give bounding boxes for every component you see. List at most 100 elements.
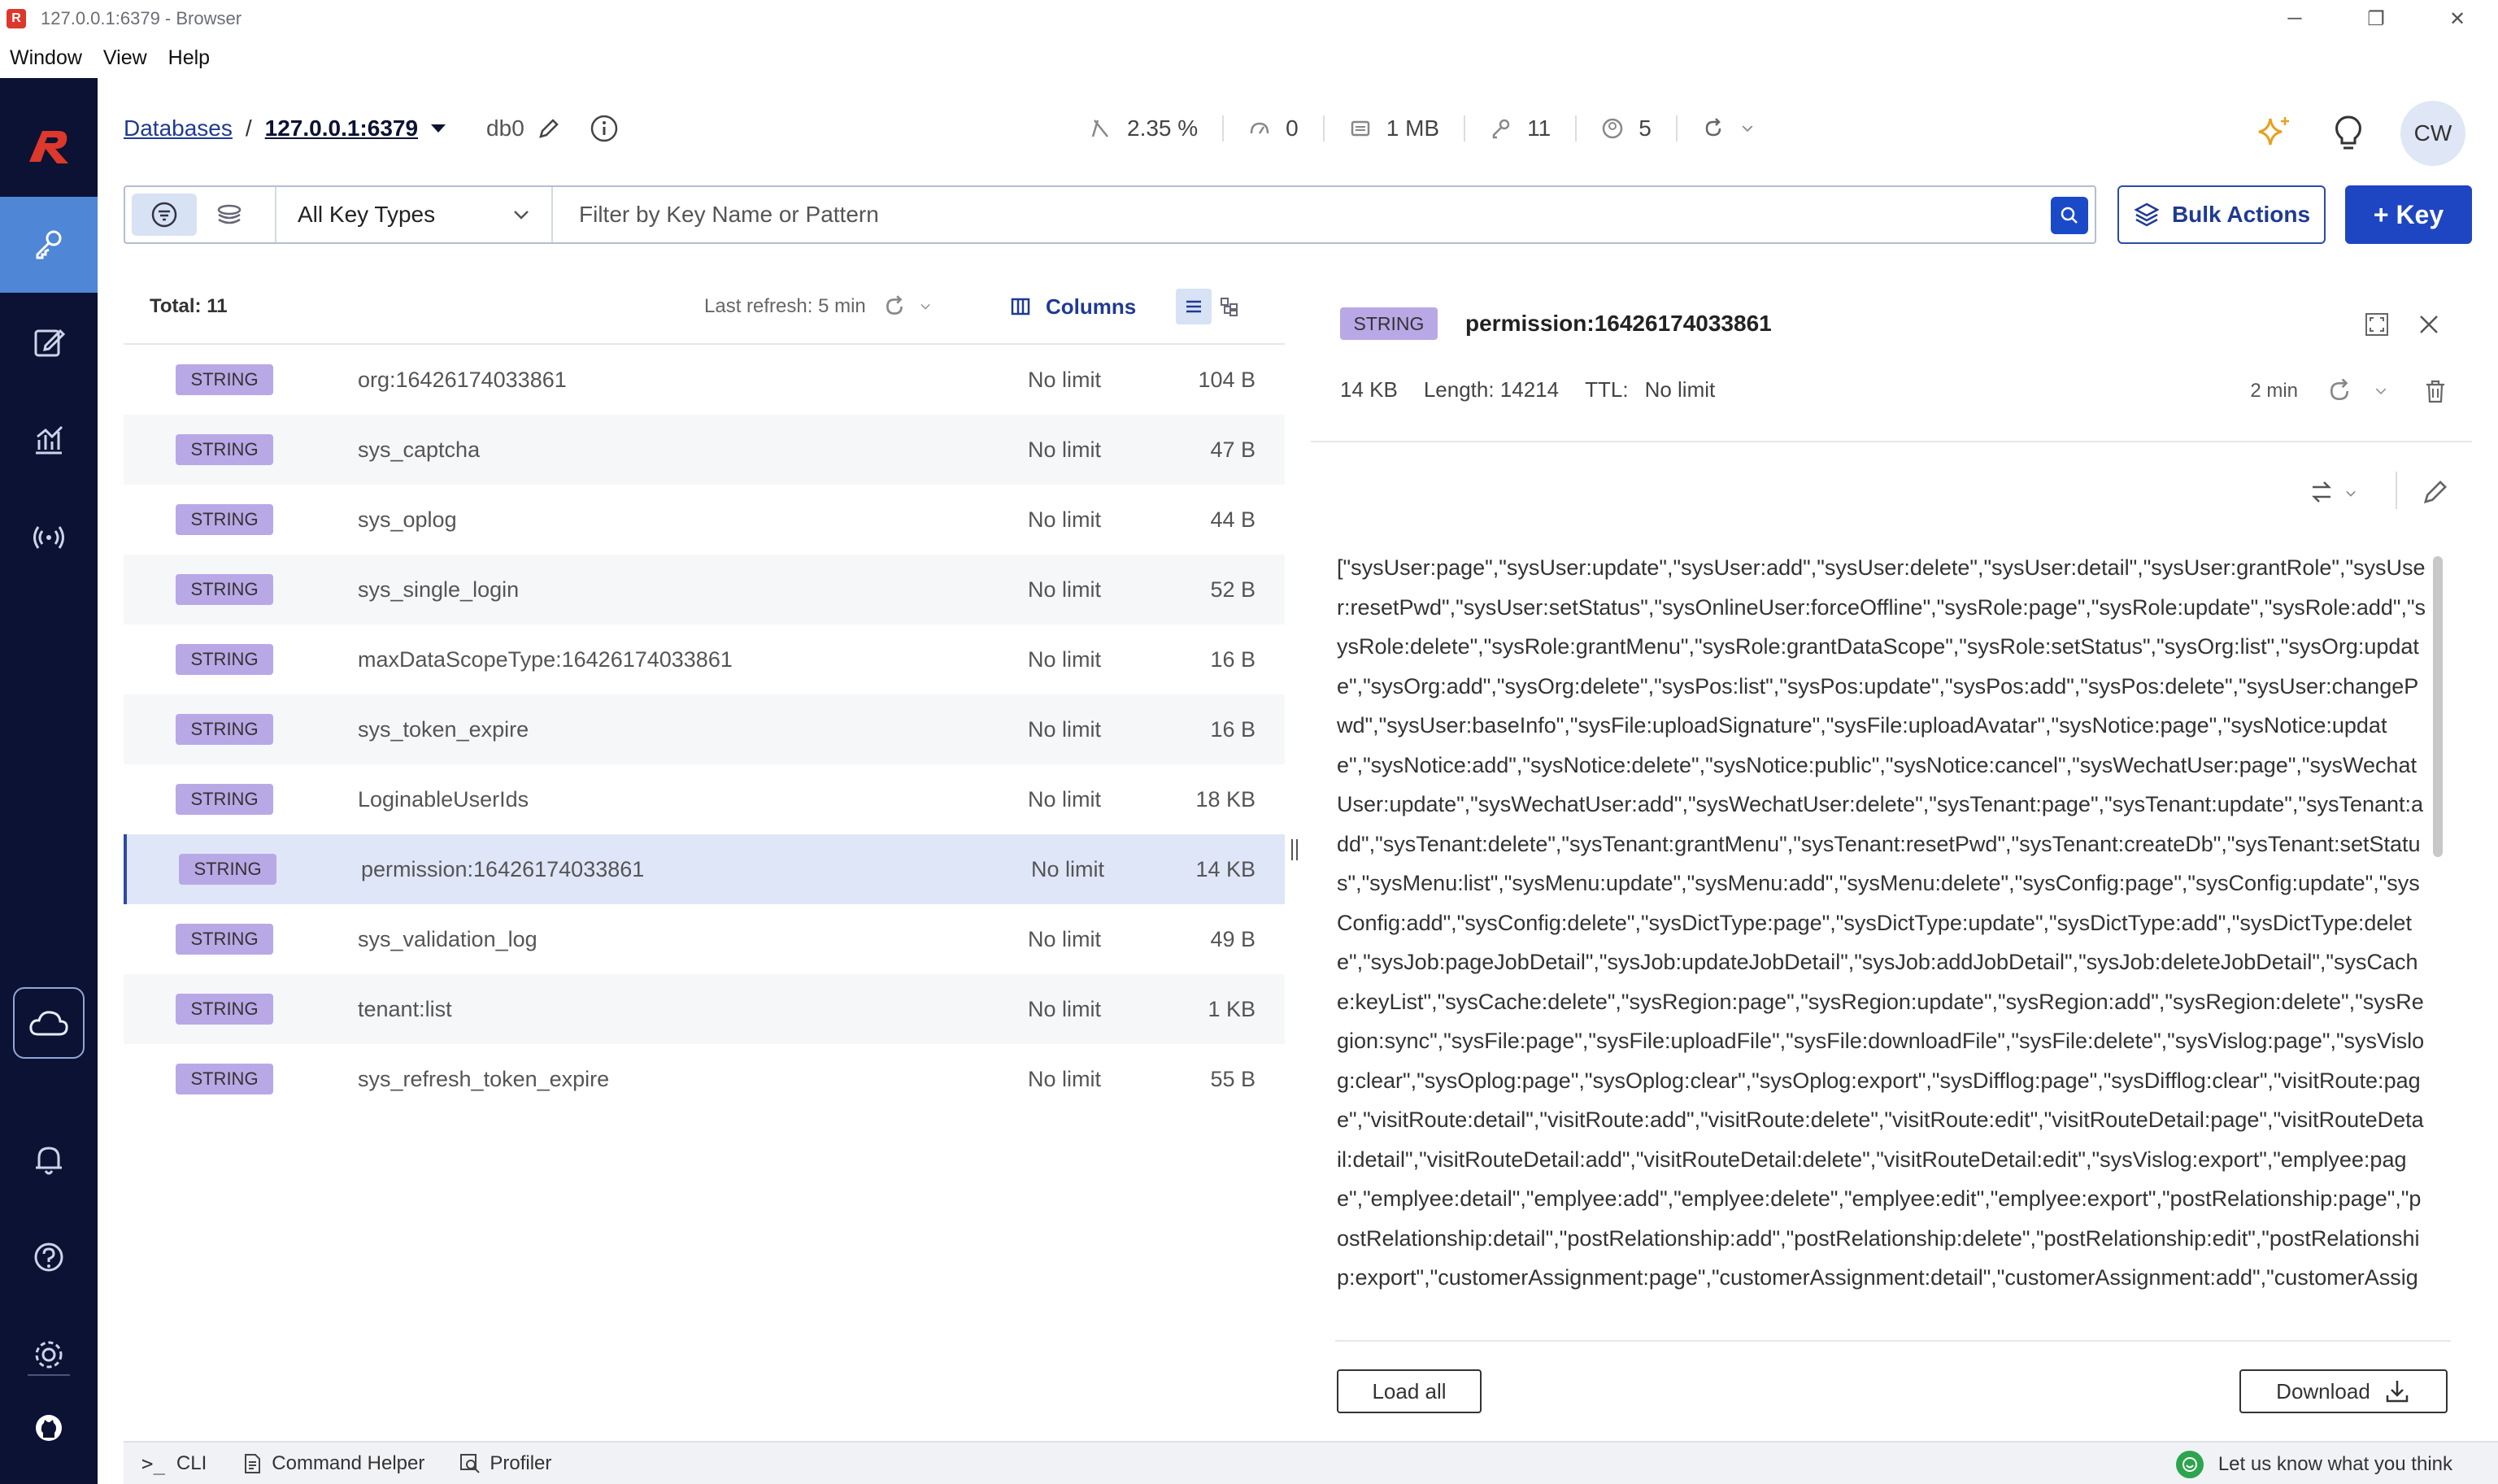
table-row[interactable]: STRING sys_captcha No limit 47 B	[124, 415, 1285, 485]
stat-cpu: 2.35 %	[1090, 115, 1225, 141]
profiler-tab[interactable]: Profiler	[459, 1452, 551, 1475]
key-list-panel: Total: 11 Last refresh: 5 min Columns ST…	[124, 270, 1285, 1433]
columns-button[interactable]: Columns	[1010, 294, 1136, 320]
key-value-text[interactable]: ["sysUser:page","sysUser:update","sysUse…	[1337, 548, 2426, 1304]
table-row[interactable]: STRING sys_single_login No limit 52 B	[124, 555, 1285, 624]
nav-settings[interactable]	[0, 1314, 98, 1395]
toolbar-divider	[2396, 472, 2397, 509]
table-row[interactable]: STRING sys_oplog No limit 44 B	[124, 485, 1285, 555]
chevron-down-icon[interactable]	[2344, 486, 2358, 501]
nav-pubsub[interactable]	[0, 490, 98, 585]
value-scrollbar[interactable]	[2433, 556, 2443, 857]
ttl-label: TTL:	[1585, 377, 1629, 402]
cli-tab[interactable]: >_ CLI	[141, 1452, 207, 1475]
header-actions: CW	[2254, 101, 2465, 166]
layers-icon	[2134, 202, 2160, 227]
close-icon[interactable]	[2415, 311, 2443, 338]
key-name: LoginableUserIds	[358, 786, 529, 812]
nav-github[interactable]	[0, 1387, 98, 1469]
load-all-button[interactable]: Load all	[1337, 1369, 1482, 1413]
key-meta: 14 KB Length: 14214 TTL: No limit	[1340, 377, 1741, 403]
nav-help[interactable]	[0, 1216, 98, 1298]
key-search-input[interactable]: Filter by Key Name or Pattern	[553, 187, 2095, 242]
nav-workbench[interactable]	[0, 294, 98, 390]
table-row[interactable]: STRING LoginableUserIds No limit 18 KB	[124, 764, 1285, 834]
tree-view-button[interactable]	[1212, 289, 1247, 324]
command-helper-tab[interactable]: Command Helper	[241, 1452, 424, 1475]
info-icon[interactable]	[590, 114, 619, 143]
table-row[interactable]: STRING sys_refresh_token_expire No limit 55…	[124, 1044, 1285, 1114]
nav-analytics[interactable]	[0, 392, 98, 488]
key-size: 14 KB	[1340, 377, 1398, 402]
add-key-button[interactable]: + Key	[2345, 185, 2472, 244]
key-size: 16 B	[1210, 716, 1256, 742]
restore-button[interactable]: ❐	[2335, 0, 2417, 37]
gauge-icon	[1250, 122, 1269, 134]
lightbulb-icon[interactable]	[2329, 114, 2368, 153]
panel-resize-handle[interactable]	[1291, 839, 1298, 860]
pattern-mode-button[interactable]	[132, 194, 197, 236]
minimize-button[interactable]: ─	[2254, 0, 2335, 37]
stat-ops-value: 0	[1286, 115, 1299, 141]
menu-help[interactable]: Help	[168, 46, 210, 70]
key-type-value: All Key Types	[298, 202, 436, 227]
key-name-title[interactable]: permission:16426174033861	[1465, 311, 1772, 337]
db-stats: 2.35 % 0 1 MB 11 5	[1090, 115, 1795, 141]
ttl-value[interactable]: No limit	[1645, 377, 1716, 403]
chevron-down-icon[interactable]	[1739, 120, 1756, 137]
caret-down-icon[interactable]	[429, 123, 447, 134]
nav-notifications[interactable]	[0, 1119, 98, 1200]
key-search-placeholder: Filter by Key Name or Pattern	[579, 202, 879, 227]
type-badge: STRING	[176, 504, 273, 535]
total-keys: Total: 11	[150, 295, 228, 317]
trash-icon[interactable]	[2422, 377, 2449, 405]
search-button[interactable]	[2051, 197, 2088, 234]
breadcrumb-databases[interactable]: Databases	[124, 115, 233, 141]
list-view-button[interactable]	[1176, 289, 1212, 324]
chevron-down-icon[interactable]	[2373, 383, 2389, 399]
key-size: 44 B	[1210, 507, 1256, 532]
user-avatar[interactable]: CW	[2400, 101, 2465, 166]
key-detail-header: STRING permission:16426174033861 14 KB L…	[1311, 270, 2472, 442]
table-row[interactable]: STRING sys_validation_log No limit 49 B	[124, 904, 1285, 974]
menu-window[interactable]: Window	[10, 46, 82, 70]
close-window-button[interactable]: ✕	[2417, 0, 2498, 37]
sparkle-icon[interactable]	[2254, 114, 2293, 153]
key-size: 18 KB	[1195, 786, 1256, 812]
feedback-link[interactable]: Let us know what you think	[2175, 1451, 2452, 1478]
refresh-icon[interactable]	[2326, 377, 2353, 405]
table-row[interactable]: STRING maxDataScopeType:16426174033861 No …	[124, 624, 1285, 694]
bulk-actions-button[interactable]: Bulk Actions	[2117, 185, 2326, 244]
chevron-down-icon[interactable]	[918, 299, 933, 314]
table-row-selected[interactable]: STRING permission:16426174033861 No limit 1…	[124, 834, 1285, 904]
vector-mode-button[interactable]	[197, 194, 262, 236]
key-ttl: No limit	[1028, 646, 1102, 672]
table-row[interactable]: STRING org:16426174033861 No limit 104 B	[124, 345, 1285, 415]
key-type-select[interactable]: All Key Types	[276, 187, 553, 242]
refresh-icon[interactable]	[1702, 117, 1725, 140]
nav-browser[interactable]	[0, 197, 98, 293]
cloud-button[interactable]	[13, 987, 85, 1059]
key-name: sys_single_login	[358, 577, 520, 602]
format-switch-icon[interactable]	[2308, 478, 2335, 506]
broadcast-icon	[33, 526, 64, 549]
table-row[interactable]: STRING tenant:list No limit 1 KB	[124, 974, 1285, 1044]
key-ttl: No limit	[1028, 507, 1102, 532]
database-selector[interactable]: 127.0.0.1:6379	[265, 115, 418, 141]
redis-logo-icon[interactable]	[0, 111, 98, 184]
pencil-icon[interactable]	[2422, 478, 2449, 506]
key-name: sys_captcha	[358, 437, 481, 462]
last-refresh-text: Last refresh: 5 min	[704, 295, 866, 317]
list-icon	[1186, 300, 1201, 313]
menu-view[interactable]: View	[103, 46, 147, 70]
auto-refresh[interactable]	[1702, 117, 1770, 140]
expand-icon[interactable]	[2363, 311, 2391, 338]
table-row[interactable]: STRING sys_token_expire No limit 16 B	[124, 694, 1285, 764]
refresh-icon[interactable]	[882, 294, 907, 319]
download-button[interactable]: Download	[2239, 1369, 2448, 1413]
key-size: 47 B	[1210, 437, 1256, 462]
pencil-icon[interactable]	[537, 117, 560, 140]
profiler-icon	[460, 1453, 481, 1473]
key-ttl: No limit	[1028, 437, 1102, 462]
key-name: sys_validation_log	[358, 926, 537, 951]
